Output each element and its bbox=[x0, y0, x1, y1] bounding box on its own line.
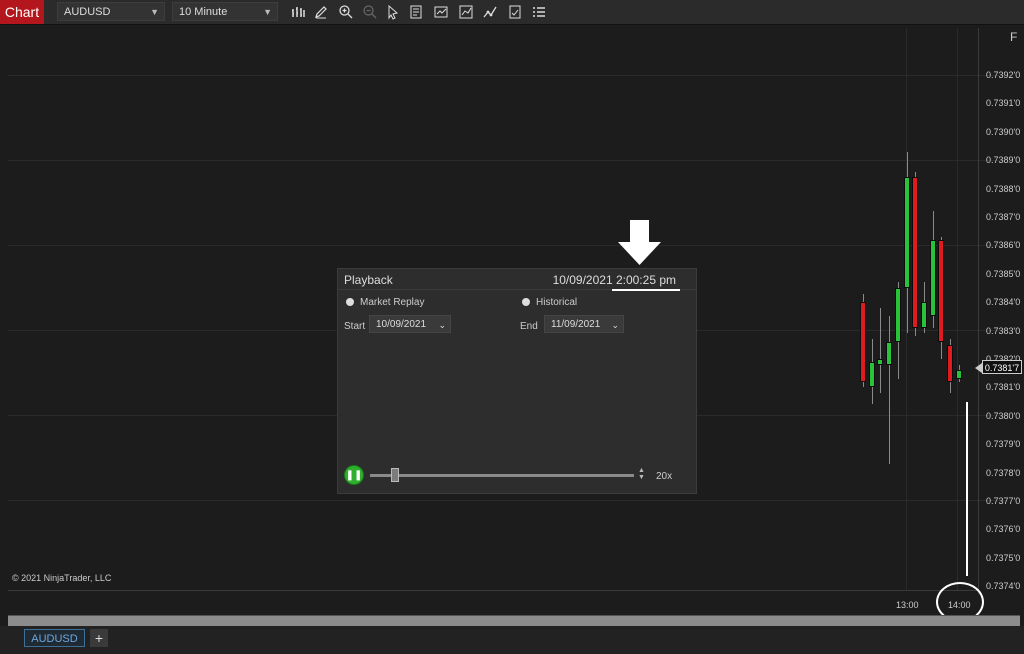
market-replay-radio[interactable] bbox=[346, 298, 354, 306]
playback-datetime: 10/09/2021 2:00:25 pm bbox=[552, 273, 676, 287]
time-axis-border bbox=[8, 590, 978, 591]
price-label: 0.7379'0 bbox=[986, 439, 1021, 450]
start-date-value: 10/09/2021 bbox=[376, 319, 427, 330]
pencil-draw-icon[interactable] bbox=[313, 4, 329, 20]
indicators-icon[interactable] bbox=[458, 4, 474, 20]
price-label: 0.7375'0 bbox=[986, 552, 1021, 563]
price-label: 0.7378'0 bbox=[986, 467, 1021, 478]
strategies-icon[interactable] bbox=[482, 4, 498, 20]
price-label: 0.7392'0 bbox=[986, 70, 1021, 80]
grid-line bbox=[8, 75, 1008, 76]
candle-body bbox=[938, 239, 945, 342]
price-label: 0.7383'0 bbox=[986, 325, 1021, 336]
instrument-selector[interactable]: AUDUSD ▼ bbox=[57, 2, 165, 21]
copyright-text: © 2021 NinjaTrader, LLC bbox=[12, 573, 112, 583]
annotation-underline bbox=[612, 289, 680, 291]
candle-body bbox=[955, 370, 962, 379]
annotation-line bbox=[966, 402, 968, 576]
playback-header: Playback 10/09/2021 2:00:25 pm bbox=[338, 269, 696, 290]
pointer-icon[interactable] bbox=[385, 4, 401, 20]
zoom-in-icon[interactable] bbox=[338, 4, 354, 20]
price-label: 0.7381'0 bbox=[986, 382, 1021, 393]
grid-line bbox=[8, 160, 1008, 161]
chevron-down-icon: ⌄ bbox=[438, 320, 446, 330]
chart-toolbar: Chart AUDUSD ▼ 10 Minute ▼ bbox=[0, 0, 1024, 25]
candle-body bbox=[877, 359, 884, 365]
candle-body bbox=[860, 302, 866, 382]
grid-line bbox=[8, 245, 1008, 246]
grid-line bbox=[957, 28, 958, 590]
playback-slider-thumb[interactable] bbox=[391, 468, 399, 482]
templates-icon[interactable] bbox=[507, 4, 523, 20]
end-label: End bbox=[520, 321, 538, 332]
price-label: 0.7377'0 bbox=[986, 496, 1021, 506]
price-label: 0.7389'0 bbox=[986, 155, 1021, 166]
grid-line bbox=[8, 500, 1008, 501]
data-box-icon[interactable] bbox=[408, 4, 424, 20]
properties-list-icon[interactable] bbox=[531, 4, 547, 20]
interval-selector[interactable]: 10 Minute ▼ bbox=[172, 2, 278, 21]
start-label: Start bbox=[344, 321, 366, 332]
chevron-down-icon: ⌄ bbox=[611, 320, 619, 330]
price-label: 0.7380'0 bbox=[986, 410, 1021, 421]
chart-menu-button[interactable]: Chart bbox=[0, 0, 44, 24]
candle-body bbox=[920, 302, 927, 328]
time-label-13: 13:00 bbox=[896, 600, 919, 610]
arrow-down-icon bbox=[617, 220, 662, 265]
price-label: 0.7386'0 bbox=[986, 240, 1021, 251]
end-date-value: 11/09/2021 bbox=[551, 319, 601, 330]
historical-radio[interactable] bbox=[522, 298, 530, 306]
tab-strip: AUDUSD + bbox=[0, 626, 1024, 654]
current-price-marker: 0.7381'7 bbox=[975, 360, 1022, 374]
bars-type-icon[interactable] bbox=[290, 4, 306, 20]
candle-body bbox=[947, 344, 953, 382]
playback-panel: Playback 10/09/2021 2:00:25 pm Market Re… bbox=[337, 268, 697, 494]
price-axis-border bbox=[978, 28, 979, 594]
fit-button[interactable]: F bbox=[1010, 30, 1017, 44]
instrument-value: AUDUSD bbox=[64, 6, 111, 18]
candle-body bbox=[894, 288, 901, 342]
candle-wick bbox=[880, 307, 882, 394]
chart-trader-icon[interactable] bbox=[433, 4, 449, 20]
candle-body bbox=[903, 177, 910, 288]
candle-body bbox=[912, 177, 919, 328]
price-label: 0.7384'0 bbox=[986, 297, 1021, 308]
candle-body bbox=[929, 239, 936, 317]
playback-title: Playback bbox=[344, 273, 393, 287]
price-label: 0.7387'0 bbox=[986, 212, 1021, 222]
price-label: 0.7376'0 bbox=[986, 524, 1021, 535]
price-label: 0.7385'0 bbox=[986, 268, 1021, 279]
speed-spinner[interactable]: ▲ ▼ bbox=[638, 467, 645, 481]
price-label: 0.7374'0 bbox=[986, 581, 1021, 592]
candle-body bbox=[886, 341, 893, 365]
playback-slider-track[interactable] bbox=[370, 474, 634, 477]
chevron-down-icon: ▼ bbox=[263, 7, 272, 17]
market-replay-label: Market Replay bbox=[360, 297, 425, 308]
start-date-picker[interactable]: 10/09/2021 ⌄ bbox=[369, 315, 451, 333]
tab-audusd[interactable]: AUDUSD bbox=[24, 629, 85, 647]
playback-speed: 20x bbox=[656, 471, 673, 482]
pause-icon: ❚❚ bbox=[345, 470, 363, 481]
pause-button[interactable]: ❚❚ bbox=[344, 465, 364, 485]
price-label: 0.7391'0 bbox=[986, 98, 1021, 109]
add-tab-button[interactable]: + bbox=[90, 629, 108, 647]
interval-value: 10 Minute bbox=[179, 6, 228, 18]
candle-wick bbox=[889, 316, 891, 465]
historical-label: Historical bbox=[536, 297, 578, 308]
price-label: 0.7390'0 bbox=[986, 126, 1021, 137]
chevron-down-icon: ▼ bbox=[150, 7, 159, 17]
candle-body bbox=[868, 361, 875, 388]
zoom-out-icon[interactable] bbox=[362, 4, 378, 20]
end-date-picker[interactable]: 11/09/2021 ⌄ bbox=[544, 315, 624, 333]
price-label: 0.7388'0 bbox=[986, 183, 1021, 194]
